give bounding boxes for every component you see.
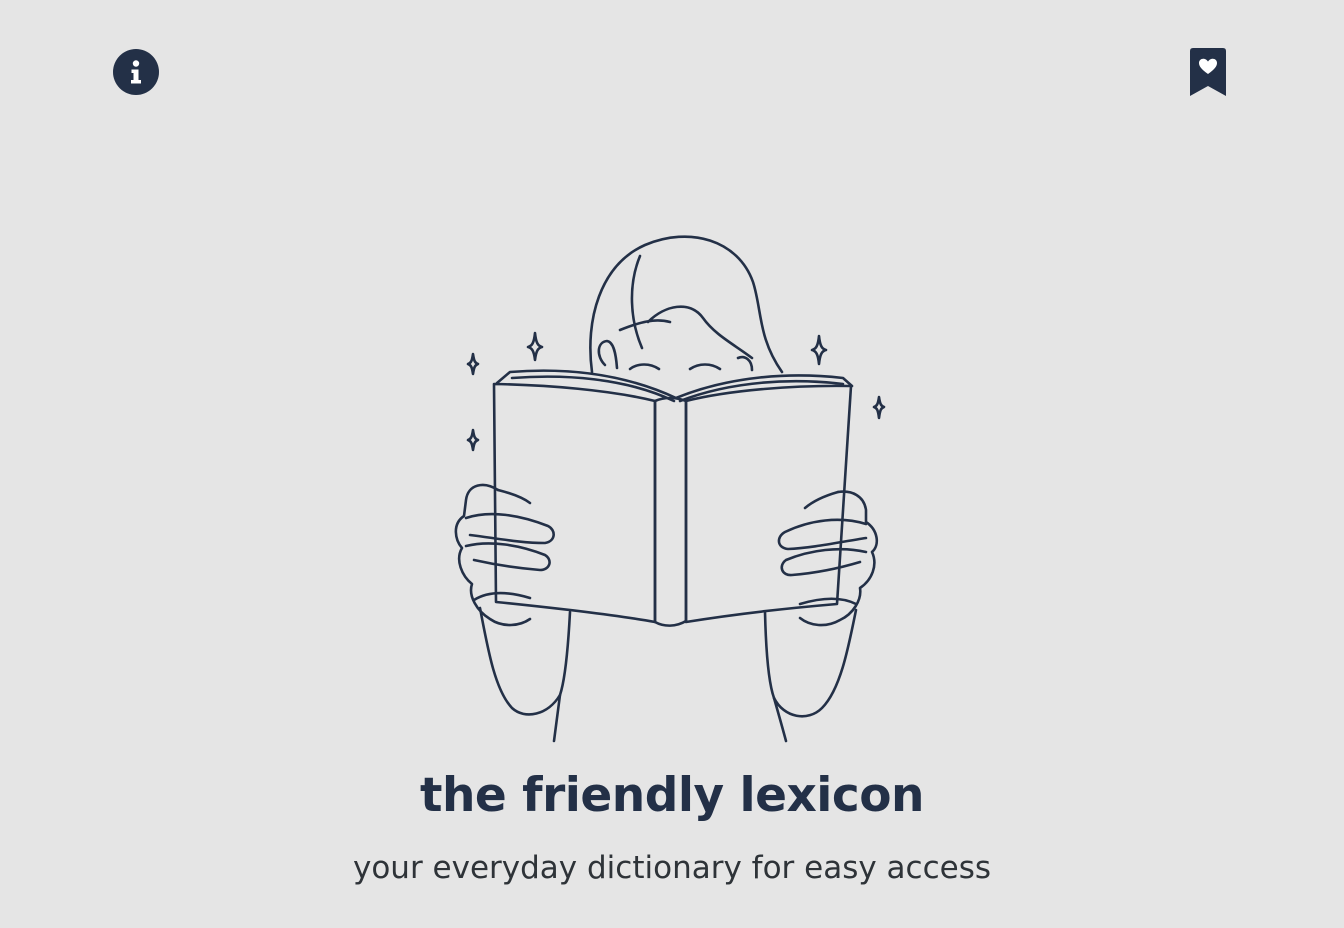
info-button[interactable]	[113, 49, 159, 95]
hair	[589, 235, 784, 374]
sparkle	[526, 331, 544, 362]
home-page: the friendly lexicon your everyday dicti…	[0, 0, 1344, 928]
sparkle	[466, 428, 480, 452]
book-right-cover	[684, 384, 853, 624]
bookmark-heart-icon	[1190, 48, 1226, 96]
app-title: the friendly lexicon	[419, 768, 925, 823]
app-tagline: your everyday dictionary for easy access	[352, 850, 992, 886]
bookmarks-button[interactable]	[1190, 48, 1226, 96]
book-spine	[653, 396, 688, 627]
person-reading-book-illustration	[454, 235, 886, 743]
sparkle	[810, 334, 828, 366]
info-icon	[131, 60, 141, 84]
book-left-cover	[492, 382, 657, 624]
sparkle	[466, 352, 480, 376]
sparkle	[872, 395, 886, 420]
